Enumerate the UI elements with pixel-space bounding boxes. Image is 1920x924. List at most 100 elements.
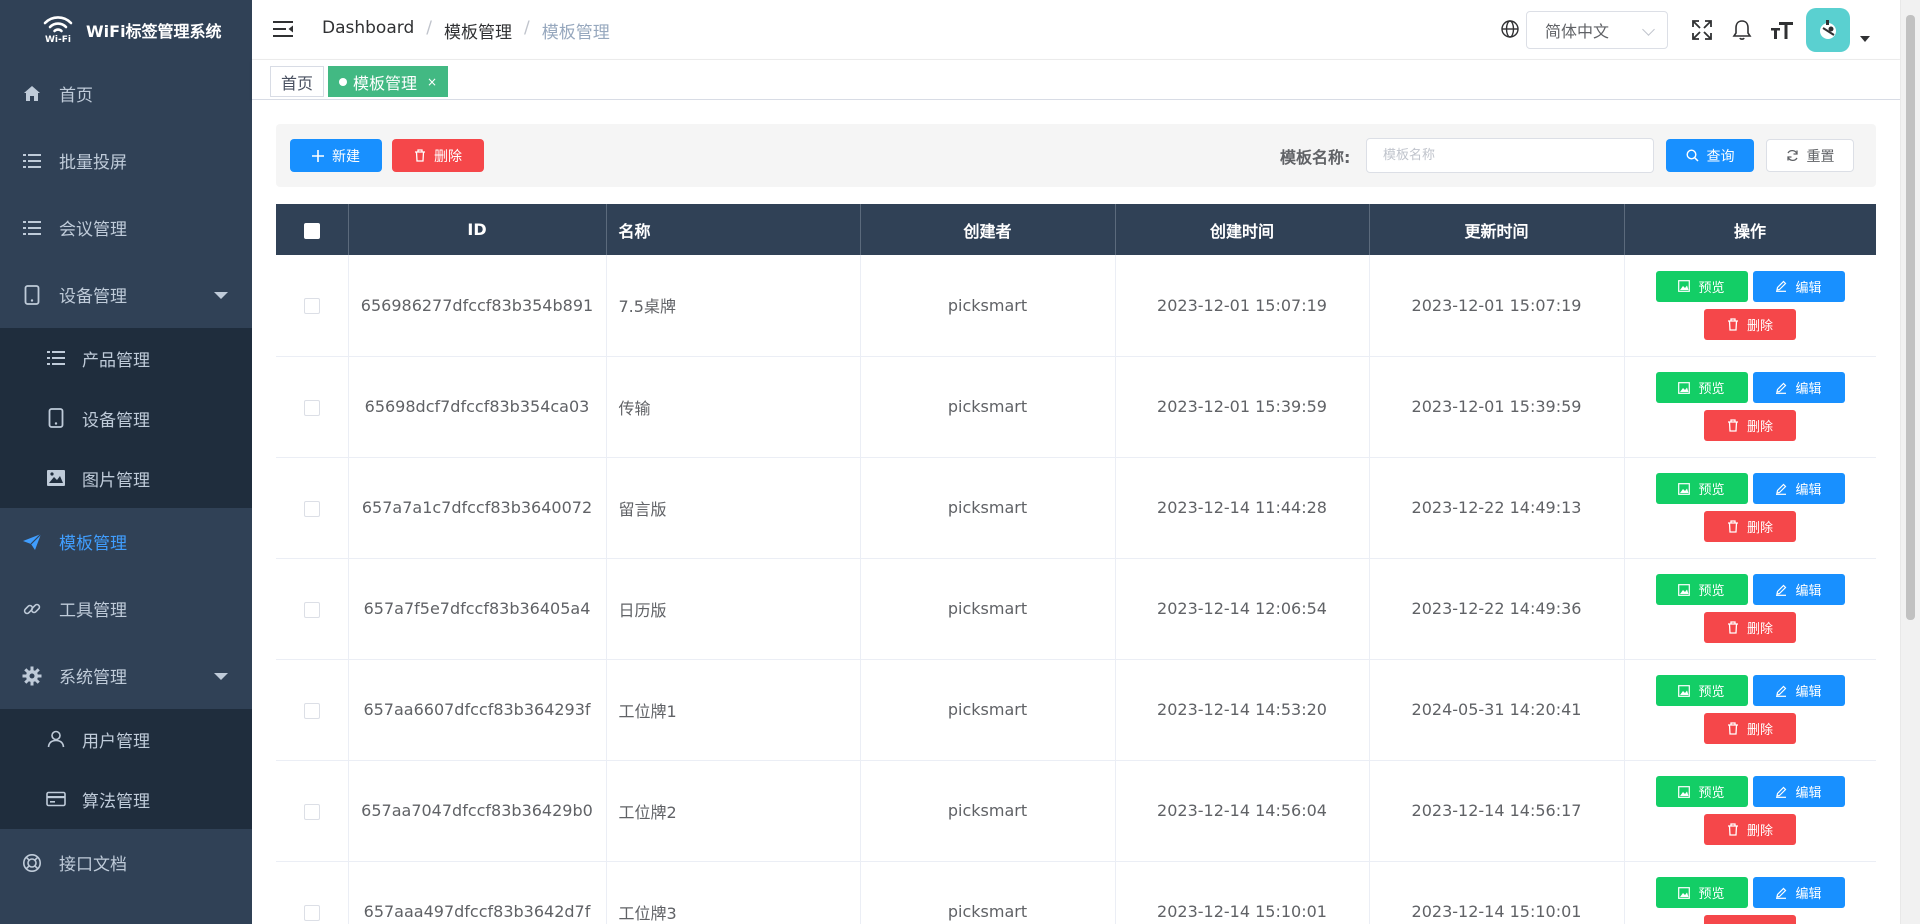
sidebar-item-users[interactable]: 用户管理 <box>0 709 252 769</box>
table-body: 656986277dfccf83b354b891 7.5桌牌 picksmart 20… <box>276 255 1876 924</box>
app-title: WiFi标签管理系统 <box>86 22 222 41</box>
cell-creator: picksmart <box>860 558 1116 660</box>
row-delete-button[interactable]: 删除 <box>1704 308 1796 340</box>
preview-button[interactable]: 预览 <box>1655 776 1748 807</box>
sidebar-item-device[interactable]: 设备管理 <box>0 261 252 328</box>
delete-button[interactable]: 删除 <box>392 139 484 172</box>
preview-button-label: 预览 <box>1698 483 1725 498</box>
table-row: 657a7a1c7dfccf83b3640072 留言版 picksmart 2023… <box>276 457 1876 559</box>
cell-name: 7.5桌牌 <box>606 255 861 357</box>
row-checkbox[interactable] <box>303 399 320 416</box>
sidebar-item-meeting[interactable]: 会议管理 <box>0 194 252 261</box>
sidebar-item-api-docs[interactable]: 接口文档 <box>0 829 252 896</box>
row-delete-button[interactable]: 删除 <box>1704 915 1796 924</box>
breadcrumb-item-template[interactable]: 模板管理 <box>444 18 512 43</box>
preview-button[interactable]: 预览 <box>1655 574 1748 605</box>
select-all-checkbox[interactable] <box>303 222 320 239</box>
sidebar-item-label: 设备管理 <box>82 410 150 431</box>
row-select-cell <box>276 659 349 761</box>
sidebar-item-product[interactable]: 产品管理 <box>0 328 252 388</box>
search-label: 模板名称: <box>1280 148 1351 167</box>
cell-created: 2023-12-14 14:56:04 <box>1115 760 1370 862</box>
row-checkbox[interactable] <box>303 298 320 315</box>
bell-icon[interactable] <box>1722 10 1762 50</box>
edit-button[interactable]: 编辑 <box>1752 776 1845 807</box>
close-icon[interactable]: × <box>427 75 437 89</box>
sidebar-item-home[interactable]: 首页 <box>0 60 252 127</box>
new-button-label: 新建 <box>332 148 360 165</box>
row-delete-button[interactable]: 删除 <box>1704 713 1796 744</box>
tag-template[interactable]: 模板管理 × <box>328 66 449 97</box>
sidebar-item-tools[interactable]: 工具管理 <box>0 575 252 642</box>
edit-button-label: 编辑 <box>1795 584 1822 599</box>
gear-icon <box>22 666 42 686</box>
edit-button[interactable]: 编辑 <box>1752 473 1845 504</box>
edit-button-label: 编辑 <box>1795 483 1822 498</box>
navbar: Dashboard / 模板管理 / 模板管理 简体中文 <box>252 0 1900 60</box>
caret-down-icon[interactable] <box>1860 36 1870 42</box>
row-actions-top: 预览 编辑 <box>1655 473 1845 504</box>
sidebar-item-batch-cast[interactable]: 批量投屏 <box>0 127 252 194</box>
edit-icon <box>1776 786 1787 798</box>
cell-created: 2023-12-14 11:44:28 <box>1115 457 1370 559</box>
sidebar-item-label: 图片管理 <box>82 470 150 491</box>
cell-id: 657aa7047dfccf83b36429b0 <box>348 760 607 862</box>
sidebar-item-label: 系统管理 <box>59 668 127 688</box>
sidebar-item-image[interactable]: 图片管理 <box>0 448 252 508</box>
avatar[interactable] <box>1806 8 1850 52</box>
sidebar-item-device-list[interactable]: 设备管理 <box>0 388 252 448</box>
reset-button[interactable]: 重置 <box>1766 139 1854 172</box>
row-checkbox[interactable] <box>303 702 320 719</box>
preview-button[interactable]: 预览 <box>1655 372 1748 403</box>
reset-button-label: 重置 <box>1806 148 1835 165</box>
preview-button[interactable]: 预览 <box>1655 877 1748 908</box>
tag-home[interactable]: 首页 <box>270 66 325 97</box>
page-scrollbar[interactable] <box>1900 0 1920 924</box>
globe-icon <box>1500 19 1522 41</box>
row-delete-button[interactable]: 删除 <box>1704 814 1796 845</box>
new-button[interactable]: 新建 <box>290 139 382 172</box>
breadcrumb-item-dashboard[interactable]: Dashboard <box>322 18 414 43</box>
preview-button[interactable]: 预览 <box>1655 473 1748 504</box>
fullscreen-icon[interactable] <box>1682 10 1722 50</box>
row-delete-button[interactable]: 删除 <box>1704 410 1796 441</box>
edit-icon <box>1776 382 1787 394</box>
row-checkbox[interactable] <box>303 803 320 820</box>
sidebar-item-system[interactable]: 系统管理 <box>0 642 252 709</box>
preview-button[interactable]: 预览 <box>1655 675 1748 706</box>
trash-icon <box>1727 823 1738 836</box>
query-button[interactable]: 查询 <box>1666 139 1754 172</box>
language-select[interactable]: 简体中文 <box>1526 11 1668 49</box>
preview-button[interactable]: 预览 <box>1655 270 1748 302</box>
row-checkbox[interactable] <box>303 601 320 618</box>
edit-button[interactable]: 编辑 <box>1752 372 1845 403</box>
font-size-icon[interactable] <box>1762 10 1802 50</box>
edit-button[interactable]: 编辑 <box>1752 270 1845 302</box>
edit-button[interactable]: 编辑 <box>1752 574 1845 605</box>
sidebar-item-template[interactable]: 模板管理 <box>0 508 252 575</box>
edit-button[interactable]: 编辑 <box>1752 675 1845 706</box>
hamburger-icon[interactable] <box>272 18 294 40</box>
delete-button-label: 删除 <box>1746 723 1773 738</box>
sidebar-item-algorithm[interactable]: 算法管理 <box>0 769 252 829</box>
edit-button-label: 编辑 <box>1795 786 1822 801</box>
column-header-creator: 创建者 <box>860 204 1116 255</box>
row-checkbox[interactable] <box>303 500 320 517</box>
breadcrumb-separator: / <box>523 18 530 38</box>
row-checkbox[interactable] <box>303 904 320 921</box>
edit-button[interactable]: 编辑 <box>1752 877 1845 908</box>
sidebar-item-label: 模板管理 <box>59 534 127 554</box>
scrollbar-thumb[interactable] <box>1906 15 1915 620</box>
row-delete-button[interactable]: 删除 <box>1704 612 1796 643</box>
cell-actions: 预览 编辑删除 <box>1624 255 1876 357</box>
row-select-cell <box>276 558 349 660</box>
row-actions: 预览 编辑删除 <box>1625 574 1876 643</box>
cell-name: 日历版 <box>606 558 861 660</box>
template-name-input[interactable] <box>1366 138 1654 173</box>
cell-created: 2023-12-14 15:10:01 <box>1115 861 1370 924</box>
edit-icon <box>1776 483 1787 495</box>
delete-button-label: 删除 <box>1746 824 1773 839</box>
row-select-cell <box>276 356 349 458</box>
row-delete-button[interactable]: 删除 <box>1704 511 1796 542</box>
cell-created: 2023-12-14 14:53:20 <box>1115 659 1370 761</box>
